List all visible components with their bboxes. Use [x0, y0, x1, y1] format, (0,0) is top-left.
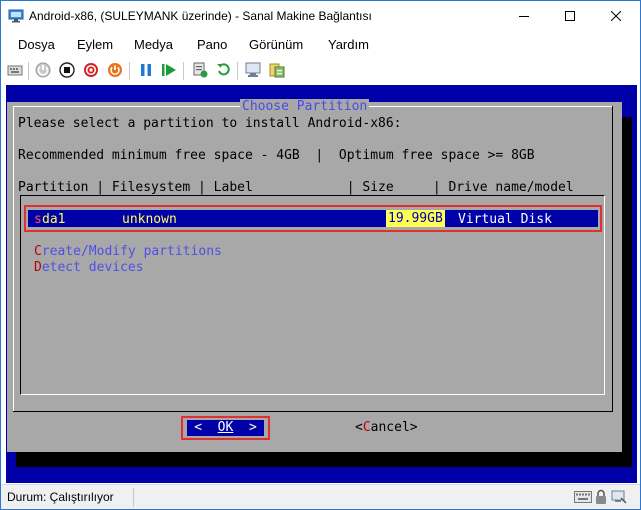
- enhanced-session-icon[interactable]: [245, 61, 263, 79]
- partition-name-first-char: s: [34, 212, 42, 227]
- vm-connection-window: Android-x86, (SULEYMANK üzerinde) - Sana…: [0, 0, 641, 510]
- title-bar: Android-x86, (SULEYMANK üzerinde) - Sana…: [1, 1, 640, 31]
- pause-icon[interactable]: [137, 61, 155, 79]
- create-hotkey: C: [34, 244, 42, 259]
- cancel-label: ancel>: [370, 420, 418, 435]
- menu-help[interactable]: Yardım: [328, 37, 369, 52]
- partition-row-highlight: s da1 unknown 19.99GB Virtual Disk: [24, 205, 602, 232]
- status-separator: [133, 488, 134, 507]
- dialog-border: [13, 411, 613, 412]
- toolbar: [1, 58, 640, 84]
- toolbar-separator: [129, 62, 130, 80]
- ok-left-bracket: <: [194, 420, 218, 435]
- partition-drive: Virtual Disk: [458, 212, 552, 227]
- partition-table-header: Partition | Filesystem | Label | Size | …: [18, 180, 574, 195]
- shutdown-icon[interactable]: [82, 61, 100, 79]
- dialog-border: [13, 106, 14, 411]
- install-prompt: Please select a partition to install And…: [18, 116, 402, 131]
- keyboard-icon: [574, 489, 592, 505]
- checkpoint-icon[interactable]: [191, 61, 209, 79]
- vm-status: Durum: Çalıştırılıyor: [7, 490, 114, 504]
- close-button[interactable]: [593, 1, 639, 31]
- menu-clipboard[interactable]: Pano: [197, 37, 227, 52]
- menu-file[interactable]: Dosya: [18, 37, 55, 52]
- free-space-info: Recommended minimum free space - 4GB | O…: [18, 148, 535, 163]
- menu-bar: Dosya Eylem Medya Pano Görünüm Yardım: [1, 32, 640, 57]
- vm-connection-app-icon: [8, 9, 24, 23]
- maximize-button[interactable]: [547, 1, 593, 31]
- share-icon[interactable]: [268, 61, 286, 79]
- toolbar-separator: [237, 62, 238, 80]
- detect-label: etect devices: [41, 260, 144, 275]
- dialog-title: Choose Partition: [240, 99, 370, 114]
- menu-media[interactable]: Medya: [134, 37, 173, 52]
- create-label: reate/Modify partitions: [41, 244, 222, 259]
- status-bar: Durum: Çalıştırılıyor: [1, 484, 640, 509]
- revert-icon[interactable]: [214, 61, 232, 79]
- toolbar-separator: [183, 62, 184, 80]
- menu-action[interactable]: Eylem: [77, 37, 113, 52]
- create-modify-partitions-option[interactable]: Create/Modify partitions: [34, 244, 222, 259]
- partition-row-sda1[interactable]: s da1 unknown 19.99GB Virtual Disk: [28, 210, 598, 227]
- cancel-button[interactable]: <Cancel>: [355, 420, 418, 435]
- cancel-hotkey: C: [362, 420, 371, 435]
- detect-devices-option[interactable]: Detect devices: [34, 260, 144, 275]
- partition-size: 19.99GB: [386, 210, 445, 227]
- turn-off-icon[interactable]: [58, 61, 76, 79]
- detect-hotkey: D: [34, 260, 42, 275]
- toolbar-separator: [28, 62, 29, 80]
- ok-button-highlight: < OK >: [181, 416, 270, 440]
- save-state-icon[interactable]: [106, 61, 124, 79]
- lock-icon: [595, 489, 607, 505]
- menu-view[interactable]: Görünüm: [249, 37, 303, 52]
- enhanced-session-status-icon: [611, 489, 627, 505]
- ok-button[interactable]: < OK >: [187, 420, 264, 436]
- vm-console-screen[interactable]: Choose Partition Please select a partiti…: [6, 85, 637, 483]
- choose-partition-dialog: Choose Partition Please select a partiti…: [7, 99, 622, 452]
- ok-right-bracket: >: [233, 420, 257, 435]
- start-icon[interactable]: [34, 61, 52, 79]
- ctrl-alt-del-icon[interactable]: [6, 61, 24, 79]
- resume-icon[interactable]: [160, 61, 178, 79]
- dialog-border: [612, 106, 613, 411]
- partition-filesystem: unknown: [122, 212, 177, 227]
- ok-label: OK: [217, 420, 234, 435]
- cancel-left-bracket: <: [355, 420, 363, 435]
- partition-name: da1: [42, 212, 66, 227]
- minimize-button[interactable]: [501, 1, 547, 31]
- window-title: Android-x86, (SULEYMANK üzerinde) - Sana…: [29, 9, 372, 23]
